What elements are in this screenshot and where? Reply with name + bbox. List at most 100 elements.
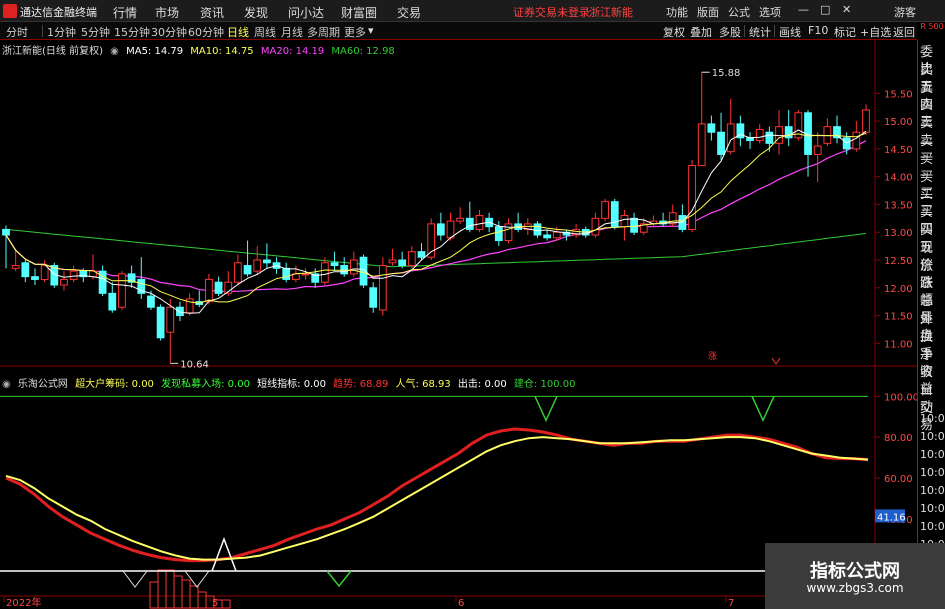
indicator-settings-icon[interactable]: ◉ bbox=[2, 379, 11, 390]
tick-time: 10:06 bbox=[920, 466, 945, 479]
menu-options[interactable]: 选项 bbox=[759, 4, 781, 20]
period-5min[interactable]: 5分钟 bbox=[81, 24, 110, 40]
candle-body bbox=[504, 223, 513, 242]
candle-body bbox=[601, 201, 609, 219]
tool-statistics[interactable]: 统计 bbox=[749, 24, 771, 40]
period-60min[interactable]: 60分钟 bbox=[188, 24, 224, 40]
ytick-label: 13.50 bbox=[884, 200, 913, 211]
menu-market[interactable]: 市场 bbox=[155, 4, 179, 21]
trade-login-notice[interactable]: 证券交易未登录 bbox=[513, 4, 590, 20]
candle-body bbox=[166, 306, 175, 333]
kline-chart[interactable]: 15.88 10.64 涨 15.50 15.00 14.50 14.00 13.50 13.… bbox=[0, 40, 917, 609]
indicator-value-short-term: 短线指标: 0.00 bbox=[257, 379, 326, 390]
ytick-label: 12.50 bbox=[884, 256, 913, 267]
quote-side-panel: 委比 卖五 卖四 卖三 卖二 卖一 买一 买二 买三 买四 买五 现价 涨跌 涨幅 总量 外盘 换手 净资 收益 自动… bbox=[917, 40, 945, 609]
menu-discover[interactable]: 发现 bbox=[244, 4, 268, 21]
guest-user[interactable]: 游客 bbox=[894, 4, 916, 20]
period-more[interactable]: 更多 bbox=[344, 24, 366, 40]
ma5-polyline bbox=[5, 129, 867, 314]
ma5-label: MA5: 14.79 bbox=[126, 46, 184, 57]
indicator-value-popularity: 人气: 68.93 bbox=[395, 379, 451, 390]
menu-quotes[interactable]: 行情 bbox=[113, 4, 137, 21]
tick-time: 10:05 bbox=[920, 448, 945, 461]
candle-body bbox=[234, 262, 242, 283]
ytick-label: 100.00 bbox=[884, 392, 917, 403]
menu-trade[interactable]: 交易 bbox=[397, 4, 421, 21]
ma-legend: 浙江新能(日线 前复权) ◉ MA5: 14.79 MA10: 14.75 MA… bbox=[2, 42, 399, 57]
tool-add-watchlist[interactable]: +自选 bbox=[860, 24, 891, 40]
more-dropdown-icon[interactable]: ▾ bbox=[368, 24, 374, 37]
strike-bar bbox=[173, 575, 183, 609]
tool-adjust[interactable]: 复权 bbox=[663, 24, 685, 40]
top-menu-bar: 通达信金融终端 行情 市场 资讯 发现 问小达 财富圈 交易 证券交易未登录 浙… bbox=[0, 0, 945, 22]
tick-time: 10:05 bbox=[920, 430, 945, 443]
maximize-icon[interactable]: □ bbox=[820, 3, 830, 16]
strike-bar bbox=[189, 585, 199, 609]
current-stock-name: 浙江新能 bbox=[589, 6, 633, 19]
tool-back[interactable]: 返回 bbox=[893, 24, 915, 40]
indicator-value-build-position: 建仓: 100.00 bbox=[513, 379, 576, 390]
tool-f10[interactable]: F10 bbox=[808, 24, 828, 37]
candle-body bbox=[630, 217, 638, 233]
menu-ask-xiaoda[interactable]: 问小达 bbox=[288, 4, 324, 21]
candle-body bbox=[852, 131, 861, 150]
period-timeshare[interactable]: 分时 bbox=[6, 24, 28, 40]
ytick-label: 60.00 bbox=[884, 474, 913, 485]
period-weekly[interactable]: 周线 bbox=[254, 24, 276, 40]
toolbar-divider bbox=[42, 25, 43, 37]
tool-overlay[interactable]: 叠加 bbox=[690, 24, 712, 40]
xtick-label: 7 bbox=[728, 598, 734, 609]
ma60-label: MA60: 12.98 bbox=[331, 46, 395, 57]
current-value-label: 41.16 bbox=[877, 512, 906, 523]
indicator-legend: ◉ 乐淘公式网 超大户筹码: 0.00 发现私募入场: 0.00 短线指标: 0… bbox=[2, 375, 579, 390]
candle-body bbox=[620, 215, 629, 228]
short-term-dip bbox=[184, 570, 210, 588]
minimize-icon[interactable]: — bbox=[798, 3, 809, 16]
candle-body bbox=[69, 270, 78, 280]
private-fund-signal bbox=[326, 570, 352, 588]
menu-news[interactable]: 资讯 bbox=[200, 4, 224, 21]
ytick-label: 11.00 bbox=[884, 339, 913, 350]
strike-bar bbox=[197, 591, 207, 609]
indicator-value-private-fund: 发现私募入场: 0.00 bbox=[161, 379, 250, 390]
ma60-line bbox=[5, 228, 867, 268]
chart-title: 浙江新能(日线 前复权) bbox=[2, 46, 103, 57]
menu-layout[interactable]: 版面 bbox=[697, 4, 719, 20]
close-icon[interactable]: ✕ bbox=[842, 3, 851, 16]
settings-icon[interactable]: ◉ bbox=[110, 46, 119, 57]
candle-body bbox=[407, 251, 416, 267]
candle-body bbox=[330, 262, 339, 267]
ma10-label: MA10: 14.75 bbox=[190, 46, 254, 57]
ytick-label: 12.00 bbox=[884, 284, 913, 295]
period-30min[interactable]: 30分钟 bbox=[151, 24, 187, 40]
period-daily[interactable]: 日线 bbox=[227, 24, 249, 40]
ytick-label: 14.50 bbox=[884, 145, 913, 156]
ytick-label: 14.00 bbox=[884, 173, 913, 184]
menu-functions[interactable]: 功能 bbox=[666, 4, 688, 20]
tool-mark[interactable]: 标记 bbox=[834, 24, 856, 40]
period-monthly[interactable]: 月线 bbox=[281, 24, 303, 40]
menu-wealth-circle[interactable]: 财富圈 bbox=[341, 4, 377, 21]
candle-body bbox=[465, 217, 474, 230]
candle-body bbox=[320, 262, 329, 283]
ma20-label: MA20: 14.19 bbox=[260, 46, 325, 57]
period-multi[interactable]: 多周期 bbox=[307, 24, 340, 40]
menu-formula[interactable]: 公式 bbox=[728, 4, 750, 20]
candle-body bbox=[456, 217, 465, 222]
indicator-value-strike: 出击: 0.00 bbox=[457, 379, 507, 390]
rise-tag: 涨 bbox=[708, 351, 717, 362]
chart-axes: 15.50 15.00 14.50 14.00 13.50 13.00 12.50 12.00… bbox=[3, 89, 917, 609]
period-15min[interactable]: 15分钟 bbox=[114, 24, 150, 40]
app-title: 通达信金融终端 bbox=[20, 6, 97, 19]
candle-body bbox=[755, 128, 764, 142]
tool-draw-line[interactable]: 画线 bbox=[779, 24, 801, 40]
tool-multi-stock[interactable]: 多股 bbox=[719, 24, 741, 40]
candle-body bbox=[823, 126, 832, 144]
tick-time: 10:05 bbox=[920, 412, 945, 425]
popularity-line bbox=[5, 436, 869, 561]
candle-body bbox=[21, 262, 30, 278]
candle-body bbox=[765, 131, 774, 144]
period-1min[interactable]: 1分钟 bbox=[47, 24, 76, 40]
candle-body bbox=[253, 259, 262, 272]
strike-bar bbox=[149, 581, 159, 609]
